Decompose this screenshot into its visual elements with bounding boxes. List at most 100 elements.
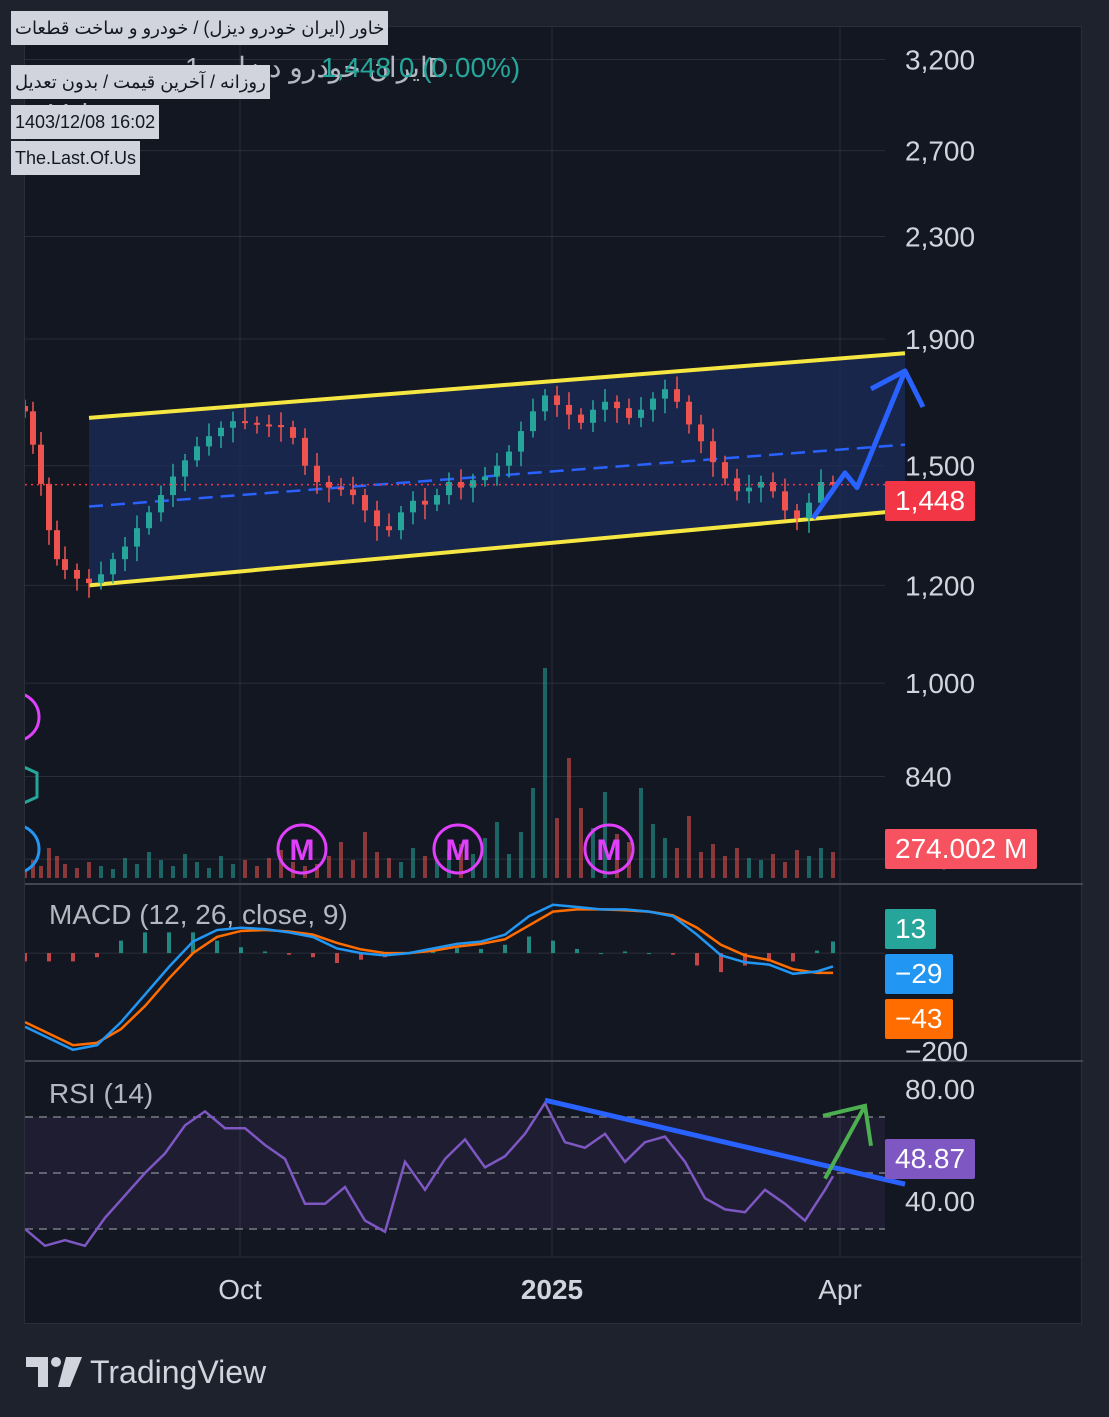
volume-bar xyxy=(507,854,511,878)
tradingview-logo[interactable]: TradingView xyxy=(26,1352,266,1392)
price-tick-label: 1,000 xyxy=(905,668,975,699)
price-tick-label: 1,500 xyxy=(905,451,975,482)
macd-value-label: −29 xyxy=(885,954,953,994)
macd-histogram-bar xyxy=(479,948,483,954)
macd-histogram-bar xyxy=(791,953,795,962)
volume-bar xyxy=(47,848,51,878)
candle-body xyxy=(350,489,356,496)
candle-body xyxy=(290,427,296,438)
volume-bar xyxy=(723,856,727,878)
volume-bar xyxy=(171,866,175,878)
volume-bar xyxy=(399,862,403,878)
candle-body xyxy=(638,409,644,418)
candle-body xyxy=(338,487,344,490)
volume-bar xyxy=(675,848,679,878)
candle-body xyxy=(314,465,320,483)
quote-text: 1,448 0 (0.00%) xyxy=(321,52,520,83)
candle-body xyxy=(254,422,260,425)
candle-body xyxy=(686,401,692,425)
candle-body xyxy=(434,495,440,505)
candle-body xyxy=(422,500,428,505)
price-tick-label: 1,900 xyxy=(905,324,975,355)
candle-body xyxy=(542,395,548,412)
volume-bar xyxy=(327,856,331,878)
candle-body xyxy=(98,574,104,584)
chart-frame[interactable]: 3,2002,7002,3001,9001,5001,2001,00084072… xyxy=(11,11,1083,1325)
candle-body xyxy=(206,436,212,447)
macd-histogram-bar xyxy=(287,953,291,955)
volume-bar xyxy=(135,864,139,878)
candle-body xyxy=(494,465,500,477)
candle-body xyxy=(698,424,704,442)
candle-body xyxy=(662,389,668,399)
candle-body xyxy=(578,414,584,423)
price-tick-label: 3,200 xyxy=(905,45,975,76)
tradingview-wordmark: TradingView xyxy=(90,1353,267,1390)
time-tick-label: 2025 xyxy=(521,1274,583,1305)
volume-bar xyxy=(267,858,271,878)
symbol-info-line-2: روزانه / آخرین قیمت / بدون تعدیل xyxy=(11,65,270,99)
volume-bar xyxy=(99,866,103,878)
macd-histogram-bar xyxy=(623,951,627,954)
candle-body xyxy=(626,408,632,418)
macd-histogram-bar xyxy=(95,953,99,958)
macd-histogram-bar xyxy=(215,940,219,954)
symbol-info-line-1: خاور (ایران خودرو دیزل) / خودرو و ساخت ق… xyxy=(11,11,389,45)
candle-body xyxy=(602,401,608,410)
volume-bar xyxy=(375,852,379,878)
volume-bar xyxy=(783,862,787,878)
candle-body xyxy=(74,569,80,579)
candle-body xyxy=(782,491,788,511)
dividend-marker-icon xyxy=(25,693,41,741)
volume-bar xyxy=(195,862,199,878)
candle-body xyxy=(230,421,236,428)
candle-body xyxy=(110,559,116,575)
macd-histogram-bar xyxy=(647,953,651,955)
candle-body xyxy=(194,446,200,461)
price-tick-label: 2,700 xyxy=(905,136,975,167)
earnings-marker-icon xyxy=(25,765,39,805)
volume-bar xyxy=(411,848,415,878)
candle-body xyxy=(30,411,36,445)
volume-bar xyxy=(747,858,751,878)
candle-body xyxy=(554,395,560,405)
volume-bar xyxy=(651,824,655,878)
candle-body xyxy=(266,424,272,427)
volume-bar xyxy=(639,788,643,878)
candle-body xyxy=(806,502,812,519)
candle-body xyxy=(54,530,60,560)
event-marker-glyph: M xyxy=(597,834,622,867)
time-tick-label: Oct xyxy=(218,1274,262,1305)
volume-bar xyxy=(183,854,187,878)
macd-histogram-bar xyxy=(815,950,819,954)
volume-bar xyxy=(519,832,523,878)
candle-body xyxy=(770,482,776,492)
candle-body xyxy=(302,437,308,466)
candle-body xyxy=(410,500,416,513)
candle-body xyxy=(650,398,656,410)
volume-bar xyxy=(543,668,547,878)
macd-histogram-label: 13 xyxy=(885,909,937,949)
volume-bar xyxy=(147,852,151,878)
candle-body xyxy=(134,528,140,547)
volume-bar xyxy=(771,854,775,878)
volume-bar xyxy=(483,838,487,878)
candle-body xyxy=(506,451,512,466)
volume-bar xyxy=(111,869,115,878)
candle-body xyxy=(146,512,152,529)
macd-histogram-bar xyxy=(503,944,507,954)
candle-body xyxy=(482,476,488,481)
volume-bar xyxy=(495,822,499,878)
macd-histogram-bar xyxy=(695,953,699,966)
split-marker-icon xyxy=(25,825,41,873)
macd-histogram-bar xyxy=(167,932,171,954)
macd-histogram-bar xyxy=(119,940,123,954)
volume-bar xyxy=(39,866,43,878)
volume-bar xyxy=(687,816,691,878)
chart-canvas[interactable]: 3,2002,7002,3001,9001,5001,2001,00084072… xyxy=(25,27,1083,1325)
candle-body xyxy=(566,404,572,415)
macd-histogram-bar xyxy=(671,953,675,955)
candle-body xyxy=(122,546,128,560)
tradingview-icon xyxy=(26,1357,82,1387)
candle-body xyxy=(242,421,248,424)
